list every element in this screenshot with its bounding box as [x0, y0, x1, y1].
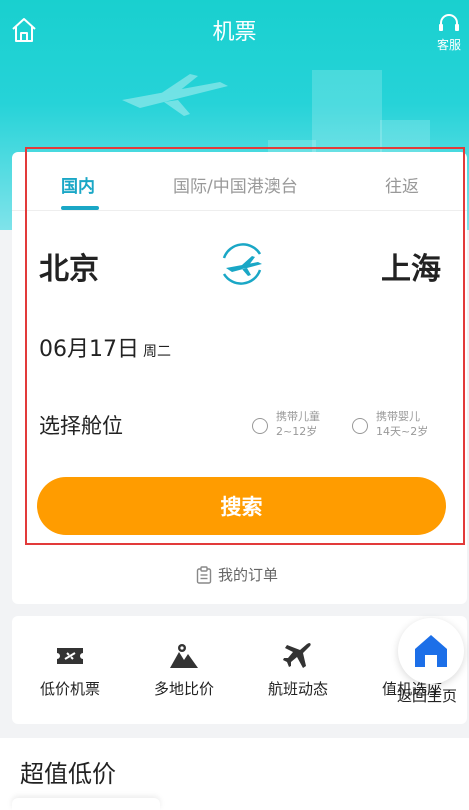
- airplane-icon: [283, 643, 311, 668]
- infant-option-label: 携带婴儿: [376, 410, 420, 423]
- tab-domestic[interactable]: 国内: [61, 172, 95, 197]
- arrival-city[interactable]: 上海: [381, 244, 441, 288]
- booking-card: [12, 152, 467, 604]
- search-button[interactable]: 搜索: [37, 477, 446, 535]
- customer-service-label: 客服: [436, 38, 461, 52]
- quick-link-cheap-tickets[interactable]: 低价机票: [25, 640, 115, 699]
- departure-date[interactable]: 06月17日 周二: [39, 331, 171, 363]
- map-pin-icon: [170, 644, 198, 668]
- plane-decoration-icon: [122, 74, 228, 116]
- quick-link-label: 航班动态: [267, 680, 328, 698]
- child-option-age: 2~12岁: [276, 425, 318, 438]
- ticket-icon: [57, 648, 83, 664]
- quick-link-label: 低价机票: [39, 680, 100, 698]
- floating-home-button[interactable]: [398, 618, 464, 684]
- quick-link-price-compare[interactable]: 多地比价: [139, 640, 229, 699]
- child-radio[interactable]: [252, 418, 268, 434]
- date-weekday: 周二: [143, 344, 171, 360]
- floating-home-label: 返回主页: [397, 687, 458, 705]
- page-title: 机票: [212, 20, 257, 45]
- headset-icon: [439, 14, 459, 31]
- deal-card[interactable]: [12, 798, 160, 810]
- quick-link-label: 多地比价: [153, 680, 214, 698]
- my-orders-link[interactable]: 我的订单: [196, 564, 278, 585]
- infant-option-age: 14天~2岁: [376, 425, 429, 438]
- date-value: 06月17日: [39, 337, 139, 362]
- child-option-label: 携带儿童: [276, 410, 320, 423]
- quick-link-flight-status[interactable]: 航班动态: [253, 640, 343, 699]
- tab-international[interactable]: 国际/中国港澳台: [173, 172, 298, 197]
- clipboard-icon: [196, 565, 212, 584]
- deals-section-title: 超值低价: [20, 760, 116, 788]
- infant-option[interactable]: 携带婴儿 14天~2岁: [376, 409, 428, 439]
- tab-round-trip[interactable]: 往返: [385, 172, 419, 197]
- active-tab-indicator: [61, 206, 99, 210]
- departure-city[interactable]: 北京: [39, 244, 99, 288]
- infant-radio[interactable]: [352, 418, 368, 434]
- customer-service-button[interactable]: 客服: [429, 14, 469, 53]
- cabin-class-selector[interactable]: 选择舱位: [39, 410, 123, 440]
- child-option[interactable]: 携带儿童 2~12岁: [276, 409, 320, 439]
- home-icon: [415, 635, 447, 667]
- my-orders-label: 我的订单: [218, 566, 279, 584]
- swap-cities-icon[interactable]: [214, 236, 270, 292]
- top-bar: 机票 客服: [0, 0, 469, 56]
